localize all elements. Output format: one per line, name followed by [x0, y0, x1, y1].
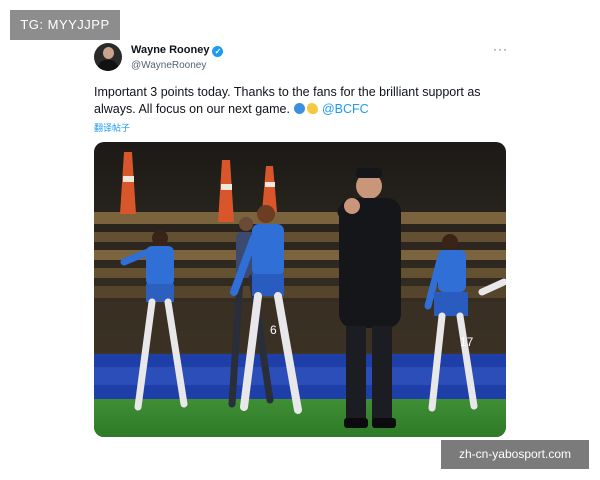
- author-name[interactable]: Wayne Rooney: [131, 44, 209, 56]
- tweet-body: Important 3 points today. Thanks to the …: [94, 85, 481, 116]
- tweet-photo[interactable]: 6 17: [94, 142, 506, 437]
- blue-circle-emoji-icon: [293, 103, 305, 114]
- flexed-biceps-emoji-icon: [306, 103, 318, 114]
- player-number-17: 17: [460, 335, 474, 349]
- watermark-bottom: zh-cn-yabosport.com: [441, 440, 589, 469]
- author-handle[interactable]: @WayneRooney: [131, 60, 206, 71]
- avatar[interactable]: [94, 43, 122, 71]
- mention-link[interactable]: @BCFC: [322, 102, 369, 116]
- translate-post-link[interactable]: 翻译帖子: [94, 121, 130, 134]
- watermark-top: TG: MYYJJPP: [10, 10, 120, 40]
- player-number-6: 6: [270, 323, 277, 337]
- avatar-body: [98, 60, 118, 71]
- avatar-head: [103, 47, 114, 59]
- more-options-icon[interactable]: ···: [493, 42, 508, 56]
- author-name-row[interactable]: Wayne Rooney ✓: [131, 44, 224, 57]
- photo-scene: 6 17: [94, 142, 506, 437]
- verified-badge-icon: ✓: [212, 46, 224, 57]
- tweet-text: Important 3 points today. Thanks to the …: [94, 84, 504, 118]
